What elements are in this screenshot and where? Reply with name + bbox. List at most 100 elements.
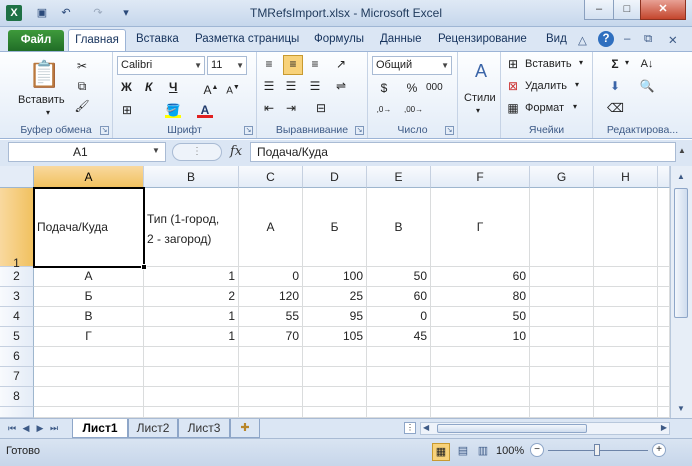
italic-button[interactable]: К	[145, 80, 152, 94]
cell-f3[interactable]: 80	[431, 287, 530, 307]
copy-icon[interactable]: ⧉	[74, 78, 90, 94]
cell-b1[interactable]: Тип (1-город, 2 - загород)	[144, 188, 239, 267]
cell-c6[interactable]	[239, 347, 303, 367]
cell-i3[interactable]	[658, 287, 670, 307]
cell-g8[interactable]	[530, 387, 594, 407]
cell-c9[interactable]	[239, 407, 303, 418]
cell-h1[interactable]	[594, 188, 658, 267]
first-sheet-icon[interactable]: ⏮	[6, 422, 18, 434]
row-header-4[interactable]: 4	[0, 307, 34, 327]
restore-button[interactable]: □	[613, 0, 641, 20]
cell-e9[interactable]	[367, 407, 431, 418]
scroll-left-icon[interactable]: ◀	[423, 423, 429, 432]
cell-c1[interactable]: А	[239, 188, 303, 267]
cell-g5[interactable]	[530, 327, 594, 347]
tab-home[interactable]: Главная	[68, 29, 126, 53]
number-format-combo[interactable]: Общий ▼	[372, 56, 452, 75]
cell-a6[interactable]	[34, 347, 144, 367]
column-header-partial[interactable]	[658, 166, 670, 188]
expand-formula-bar-icon[interactable]: ▲	[678, 146, 686, 155]
cell-c3[interactable]: 120	[239, 287, 303, 307]
cell-b2[interactable]: 1	[144, 267, 239, 287]
cell-f7[interactable]	[431, 367, 530, 387]
cell-e4[interactable]: 0	[367, 307, 431, 327]
cell-i1[interactable]	[658, 188, 670, 267]
cell-e6[interactable]	[367, 347, 431, 367]
cell-e5[interactable]: 45	[367, 327, 431, 347]
page-break-view-icon[interactable]: ▥	[474, 443, 492, 461]
window-minimize-icon[interactable]: –	[624, 33, 630, 45]
font-color-icon[interactable]: A	[197, 102, 213, 118]
prev-sheet-icon[interactable]: ◀	[20, 422, 32, 434]
cell-a5[interactable]: Г	[34, 327, 144, 347]
orientation-icon[interactable]: ↗	[333, 56, 349, 72]
sheet-tab-3[interactable]: Лист3	[178, 419, 230, 438]
comma-style-icon[interactable]: 000	[426, 80, 443, 96]
row-header-2[interactable]: 2	[0, 267, 34, 287]
row-header-3[interactable]: 3	[0, 287, 34, 307]
cut-icon[interactable]: ✂	[74, 58, 90, 74]
format-cells-icon[interactable]: ▦	[505, 100, 521, 116]
cell-i8[interactable]	[658, 387, 670, 407]
paste-button[interactable]: Вставить	[18, 94, 65, 106]
cell-d9[interactable]	[303, 407, 367, 418]
cell-d1[interactable]: Б	[303, 188, 367, 267]
currency-icon[interactable]: $	[376, 80, 392, 96]
cell-b8[interactable]	[144, 387, 239, 407]
insert-cells-button[interactable]: Вставить	[525, 58, 572, 70]
cell-b7[interactable]	[144, 367, 239, 387]
format-painter-icon[interactable]: 🖌	[74, 98, 90, 114]
cell-g2[interactable]	[530, 267, 594, 287]
cell-a3[interactable]: Б	[34, 287, 144, 307]
increase-indent-icon[interactable]: ⇥	[283, 100, 299, 116]
cell-h5[interactable]	[594, 327, 658, 347]
format-cells-button[interactable]: Формат	[525, 102, 564, 114]
window-restore-icon[interactable]: ⧉	[644, 33, 652, 46]
paste-icon[interactable]: 📋	[28, 58, 60, 90]
cell-i6[interactable]	[658, 347, 670, 367]
decrease-decimal-icon[interactable]: ,00→	[404, 102, 423, 118]
cell-e7[interactable]	[367, 367, 431, 387]
cell-f9[interactable]	[431, 407, 530, 418]
cell-g7[interactable]	[530, 367, 594, 387]
insert-function-icon[interactable]: fx	[230, 144, 242, 159]
cell-g4[interactable]	[530, 307, 594, 327]
insert-sheet-icon[interactable]: ✚	[230, 419, 260, 438]
cell-c7[interactable]	[239, 367, 303, 387]
tab-review[interactable]: Рецензирование	[438, 33, 527, 45]
chevron-down-icon[interactable]: ▾	[579, 58, 583, 67]
cell-d4[interactable]: 95	[303, 307, 367, 327]
cell-h9[interactable]	[594, 407, 658, 418]
cell-d8[interactable]	[303, 387, 367, 407]
row-header-9[interactable]	[0, 407, 34, 418]
close-button[interactable]: ✕	[640, 0, 686, 20]
cell-a4[interactable]: В	[34, 307, 144, 327]
styles-dropdown-icon[interactable]: ▾	[476, 106, 480, 115]
cell-g9[interactable]	[530, 407, 594, 418]
row-header-6[interactable]: 6	[0, 347, 34, 367]
cell-g6[interactable]	[530, 347, 594, 367]
clipboard-launcher-icon[interactable]: ↘	[100, 126, 109, 135]
normal-view-icon[interactable]: ▦	[432, 443, 450, 461]
delete-cells-button[interactable]: Удалить	[525, 80, 567, 92]
window-close-icon[interactable]: ✕	[668, 33, 678, 47]
column-header-g[interactable]: G	[530, 166, 594, 188]
font-size-combo[interactable]: 11 ▼	[207, 56, 247, 75]
cell-i7[interactable]	[658, 367, 670, 387]
underline-button[interactable]: Ч	[169, 80, 177, 94]
chevron-down-icon[interactable]: ▾	[625, 58, 629, 67]
scroll-up-icon[interactable]: ▲	[673, 170, 689, 184]
last-sheet-icon[interactable]: ⏭	[48, 422, 60, 434]
row-header-7[interactable]: 7	[0, 367, 34, 387]
align-bottom-icon[interactable]: ≡	[307, 56, 323, 72]
font-launcher-icon[interactable]: ↘	[244, 126, 253, 135]
worksheet-grid[interactable]: A B C D E F G H 1 2 3 4 5 6 7 8 Подача/К…	[0, 166, 670, 418]
chevron-down-icon[interactable]: ▾	[575, 80, 579, 89]
page-layout-view-icon[interactable]: ▤	[454, 443, 472, 461]
wrap-text-icon[interactable]: ⇌	[333, 78, 349, 94]
tab-file[interactable]: Файл	[8, 30, 64, 52]
cell-h2[interactable]	[594, 267, 658, 287]
tab-page-layout[interactable]: Разметка страницы	[195, 33, 299, 45]
cell-b3[interactable]: 2	[144, 287, 239, 307]
cell-a8[interactable]	[34, 387, 144, 407]
